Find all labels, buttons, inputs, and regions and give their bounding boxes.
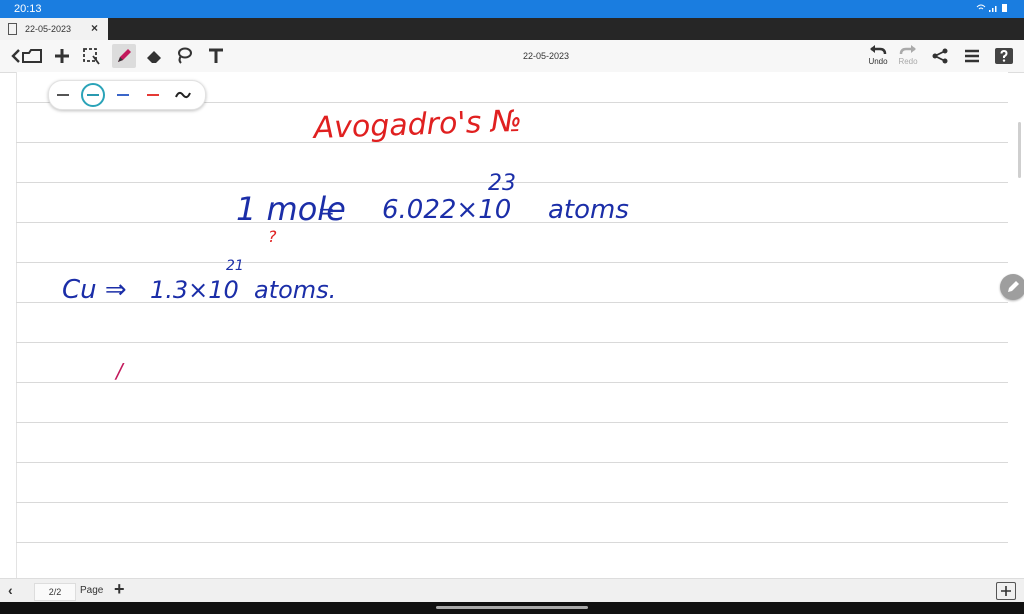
pen-color-option[interactable] bbox=[143, 85, 163, 105]
mole-value-ink: 6.022×10 bbox=[382, 195, 511, 225]
pen-color-swatch bbox=[117, 94, 129, 96]
cu-unit-ink: atoms. bbox=[254, 276, 336, 304]
pen-color-option-selected[interactable] bbox=[81, 83, 105, 107]
page-label[interactable]: Page bbox=[80, 585, 103, 596]
pen-color-option[interactable] bbox=[53, 85, 73, 105]
add-page-button[interactable]: + bbox=[114, 579, 125, 600]
mole-exponent-ink: 23 bbox=[488, 171, 516, 196]
mole-eq-ink: = bbox=[318, 199, 335, 223]
system-navigation-bar bbox=[0, 602, 1024, 614]
pen-color-palette bbox=[48, 80, 206, 110]
mole-unit-ink: atoms bbox=[548, 195, 629, 225]
pencil-icon bbox=[1008, 281, 1019, 292]
pen-color-swatch bbox=[87, 94, 99, 96]
question-mark-ink: ? bbox=[268, 227, 277, 246]
scroll-track[interactable] bbox=[1018, 122, 1021, 178]
cu-exponent-ink: 21 bbox=[226, 258, 244, 274]
previous-page-icon[interactable]: ‹ bbox=[8, 582, 13, 598]
cu-value-ink: 1.3×10 bbox=[150, 276, 239, 304]
pen-color-swatch bbox=[57, 94, 69, 96]
pen-color-swatch bbox=[147, 94, 159, 96]
zoom-icon[interactable] bbox=[996, 582, 1016, 600]
page-counter: 2/2 bbox=[34, 583, 76, 601]
page-navigation-bar: ‹ 2/2 Page + bbox=[0, 578, 1024, 603]
pen-style-icon[interactable] bbox=[173, 85, 193, 105]
floating-pen-button[interactable] bbox=[1000, 274, 1024, 300]
pen-color-option[interactable] bbox=[113, 85, 133, 105]
title-ink: Avogadro's № bbox=[311, 104, 522, 146]
cu-label-ink: Cu ⇒ bbox=[62, 275, 127, 305]
home-gesture-handle[interactable] bbox=[436, 606, 588, 609]
stray-mark-ink: / bbox=[114, 359, 125, 383]
